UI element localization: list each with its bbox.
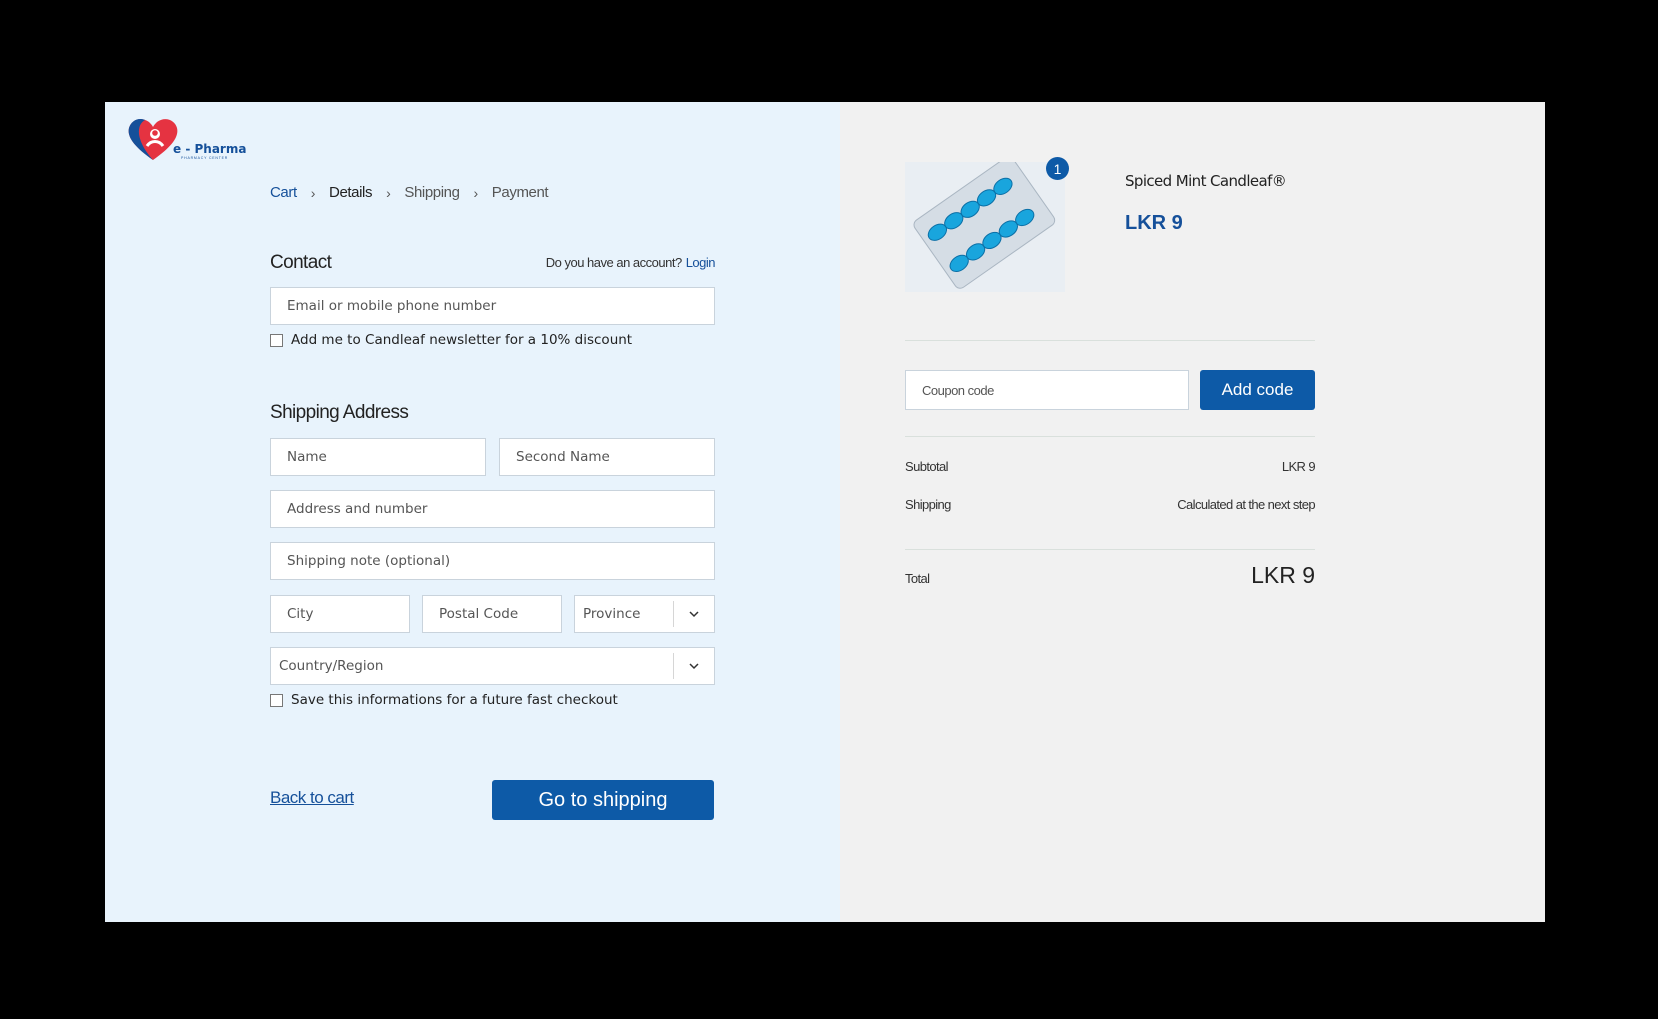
country-region-select[interactable]: Country/Region xyxy=(270,647,715,685)
account-prompt: Do you have an account? Login xyxy=(545,255,716,270)
logo-subtext: PHARMACY CENTER xyxy=(181,156,229,160)
second-name-field[interactable] xyxy=(499,438,715,476)
heart-logo-icon xyxy=(128,118,178,160)
breadcrumb-cart[interactable]: Cart xyxy=(270,184,297,201)
postal-code-field[interactable] xyxy=(422,595,562,633)
add-code-button[interactable]: Add code xyxy=(1200,370,1315,410)
account-question: Do you have an account? xyxy=(545,255,682,270)
order-summary-panel: 1 Spiced Mint Candleaf® LKR 9 Add code S… xyxy=(840,102,1545,922)
logo[interactable]: e - Pharma PHARMACY CENTER xyxy=(125,116,255,166)
chevron-right-icon: › xyxy=(386,184,391,201)
subtotal-label: Subtotal xyxy=(905,459,949,474)
product-price: LKR 9 xyxy=(1125,212,1183,234)
city-field[interactable] xyxy=(270,595,410,633)
checkout-form-panel: e - Pharma PHARMACY CENTER Cart › Detail… xyxy=(105,102,840,922)
breadcrumb: Cart › Details › Shipping › Payment xyxy=(270,184,549,201)
product-name: Spiced Mint Candleaf® xyxy=(1125,172,1287,190)
address-input[interactable] xyxy=(271,491,714,527)
country-region-value: Country/Region xyxy=(279,658,384,674)
postal-code-input[interactable] xyxy=(423,596,561,632)
save-info-label: Save this informations for a future fast… xyxy=(291,692,618,708)
product-image xyxy=(905,162,1065,292)
city-input[interactable] xyxy=(271,596,409,632)
shipping-address-heading: Shipping Address xyxy=(270,402,409,423)
shipping-label: Shipping xyxy=(905,497,951,512)
chevron-down-icon[interactable] xyxy=(674,662,714,670)
subtotal-value: LKR 9 xyxy=(1281,459,1316,474)
name-field[interactable] xyxy=(270,438,486,476)
save-info-checkbox[interactable] xyxy=(270,693,283,707)
address-field[interactable] xyxy=(270,490,715,528)
shipping-note-field[interactable] xyxy=(270,542,715,580)
checkout-page: e - Pharma PHARMACY CENTER Cart › Detail… xyxy=(105,102,1545,922)
logo-text: e - Pharma xyxy=(173,142,247,156)
divider xyxy=(905,340,1315,341)
email-input[interactable] xyxy=(271,288,714,324)
back-to-cart-link[interactable]: Back to cart xyxy=(270,788,354,808)
contact-heading: Contact xyxy=(270,252,332,273)
newsletter-checkbox-row[interactable]: Add me to Candleaf newsletter for a 10% … xyxy=(270,332,632,348)
shipping-note-input[interactable] xyxy=(271,543,714,579)
total-value: LKR 9 xyxy=(1251,562,1315,588)
breadcrumb-payment[interactable]: Payment xyxy=(492,184,549,201)
coupon-input[interactable] xyxy=(906,371,1188,409)
breadcrumb-details[interactable]: Details xyxy=(329,184,372,201)
chevron-right-icon: › xyxy=(473,184,479,201)
second-name-input[interactable] xyxy=(500,439,714,475)
chevron-right-icon: › xyxy=(310,184,316,201)
province-value: Province xyxy=(583,606,641,622)
divider xyxy=(905,436,1315,437)
chevron-down-icon[interactable] xyxy=(674,610,714,618)
shipping-value: Calculated at the next step xyxy=(1177,497,1315,512)
email-field[interactable] xyxy=(270,287,715,325)
breadcrumb-shipping[interactable]: Shipping xyxy=(404,184,460,201)
coupon-field[interactable] xyxy=(905,370,1189,410)
total-label: Total xyxy=(905,571,930,586)
divider xyxy=(905,549,1315,550)
save-info-checkbox-row[interactable]: Save this informations for a future fast… xyxy=(270,692,618,708)
login-link[interactable]: Login xyxy=(686,255,716,270)
newsletter-label: Add me to Candleaf newsletter for a 10% … xyxy=(291,332,633,348)
name-input[interactable] xyxy=(271,439,485,475)
quantity-badge: 1 xyxy=(1046,157,1069,180)
go-to-shipping-button[interactable]: Go to shipping xyxy=(492,780,714,820)
newsletter-checkbox[interactable] xyxy=(270,333,283,347)
province-select[interactable]: Province xyxy=(574,595,715,633)
